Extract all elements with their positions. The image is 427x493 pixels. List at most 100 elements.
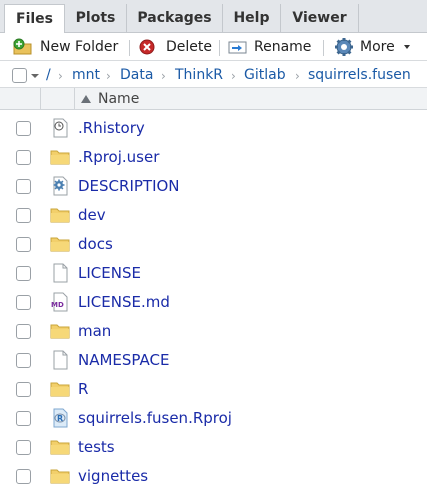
chevron-right-icon: › [295, 69, 300, 83]
new-folder-icon [13, 38, 32, 55]
tab-label: Files [16, 11, 53, 27]
delete-label: Delete [166, 39, 212, 55]
file-row[interactable]: .Rproj.user [0, 143, 427, 172]
delete-button[interactable]: Delete [139, 37, 212, 57]
file-name-link[interactable]: vignettes [78, 467, 148, 486]
file-row[interactable]: man [0, 317, 427, 346]
file-name-link[interactable]: man [78, 322, 111, 341]
tab-packages[interactable]: Packages [127, 4, 223, 33]
tab-label: Packages [137, 10, 212, 26]
rename-icon [228, 41, 247, 54]
breadcrumb-thinkr[interactable]: ThinkR [175, 66, 223, 84]
chevron-down-icon[interactable] [30, 73, 40, 79]
name-column-header[interactable]: Name [80, 90, 139, 108]
file-name-link[interactable]: squirrels.fusen.Rproj [78, 409, 232, 428]
file-name-link[interactable]: DESCRIPTION [78, 177, 180, 196]
file-name-link[interactable]: .Rproj.user [78, 148, 159, 167]
file-checkbox[interactable] [16, 237, 31, 252]
rproj-file-icon: R [50, 408, 70, 428]
breadcrumb-data[interactable]: Data [120, 66, 153, 84]
tab-viewer[interactable]: Viewer [281, 4, 359, 33]
breadcrumb-mnt[interactable]: mnt [72, 66, 100, 84]
file-checkbox[interactable] [16, 411, 31, 426]
file-row[interactable]: R [0, 375, 427, 404]
new-folder-button[interactable]: New Folder [13, 37, 118, 57]
toolbar-divider [323, 40, 324, 56]
text-file-icon [50, 263, 70, 283]
column-divider [74, 88, 75, 110]
folder-icon [50, 147, 70, 167]
file-checkbox[interactable] [16, 382, 31, 397]
delete-icon [139, 39, 155, 55]
breadcrumb-gitlab[interactable]: Gitlab [244, 66, 286, 84]
file-name-link[interactable]: dev [78, 206, 106, 225]
file-name-link[interactable]: R [78, 380, 88, 399]
chevron-right-icon: › [106, 69, 111, 83]
tab-files[interactable]: Files [4, 4, 65, 34]
rename-button[interactable]: Rename [228, 37, 311, 57]
file-checkbox[interactable] [16, 353, 31, 368]
file-row[interactable]: vignettes [0, 462, 427, 491]
folder-icon [50, 321, 70, 341]
file-checkbox[interactable] [16, 208, 31, 223]
file-checkbox[interactable] [16, 440, 31, 455]
svg-text:MD: MD [51, 301, 64, 309]
gear-file-icon [50, 176, 70, 196]
file-checkbox[interactable] [16, 266, 31, 281]
folder-icon [50, 437, 70, 457]
new-folder-label: New Folder [40, 39, 119, 55]
tab-label: Plots [75, 10, 116, 26]
file-row[interactable]: DESCRIPTION [0, 172, 427, 201]
file-row[interactable]: dev [0, 201, 427, 230]
chevron-right-icon: › [58, 69, 63, 83]
file-name-link[interactable]: tests [78, 438, 115, 457]
path-checkbox[interactable] [12, 68, 27, 83]
file-name-link[interactable]: LICENSE [78, 264, 141, 283]
file-checkbox[interactable] [16, 324, 31, 339]
gear-icon [335, 38, 353, 56]
more-label: More [360, 39, 395, 55]
chevron-right-icon: › [231, 69, 236, 83]
file-list-header: Name [0, 88, 427, 110]
history-file-icon [50, 118, 70, 138]
toolbar-divider [219, 40, 220, 56]
chevron-down-icon [403, 45, 410, 49]
file-checkbox[interactable] [16, 121, 31, 136]
file-name-link[interactable]: docs [78, 235, 113, 254]
folder-icon [50, 234, 70, 254]
file-row[interactable]: Rsquirrels.fusen.Rproj [0, 404, 427, 433]
files-toolbar: New Folder Delete Rename More [0, 33, 427, 61]
rename-label: Rename [254, 39, 312, 55]
file-row[interactable]: MD LICENSE.md [0, 288, 427, 317]
file-row[interactable]: NAMESPACE [0, 346, 427, 375]
tab-label: Help [233, 10, 270, 26]
file-checkbox[interactable] [16, 469, 31, 484]
file-checkbox[interactable] [16, 150, 31, 165]
chevron-right-icon: › [161, 69, 166, 83]
sort-ascending-icon [81, 95, 91, 103]
tab-label: Viewer [292, 10, 347, 26]
breadcrumb-squirrels-fusen[interactable]: squirrels.fusen [308, 66, 411, 84]
column-divider [40, 88, 41, 110]
pane-tab-bar: Files Plots Packages Help Viewer [0, 0, 427, 34]
file-row[interactable]: .Rhistory [0, 114, 427, 143]
file-row[interactable]: tests [0, 433, 427, 462]
file-row[interactable]: LICENSE [0, 259, 427, 288]
file-name-link[interactable]: .Rhistory [78, 119, 145, 138]
toolbar-divider [129, 40, 130, 56]
file-name-link[interactable]: LICENSE.md [78, 293, 170, 312]
file-row[interactable]: docs [0, 230, 427, 259]
breadcrumb-root[interactable]: / [46, 66, 51, 84]
breadcrumb: / › mnt › Data › ThinkR › Gitlab › squir… [0, 62, 427, 88]
name-column-label: Name [98, 91, 140, 107]
markdown-file-icon: MD [50, 292, 70, 312]
more-button[interactable]: More [334, 37, 417, 57]
tab-plots[interactable]: Plots [65, 4, 127, 33]
file-checkbox[interactable] [16, 179, 31, 194]
tab-help[interactable]: Help [223, 4, 281, 33]
folder-icon [50, 466, 70, 486]
file-checkbox[interactable] [16, 295, 31, 310]
file-name-link[interactable]: NAMESPACE [78, 351, 169, 370]
svg-text:R: R [57, 414, 63, 423]
folder-icon [50, 379, 70, 399]
